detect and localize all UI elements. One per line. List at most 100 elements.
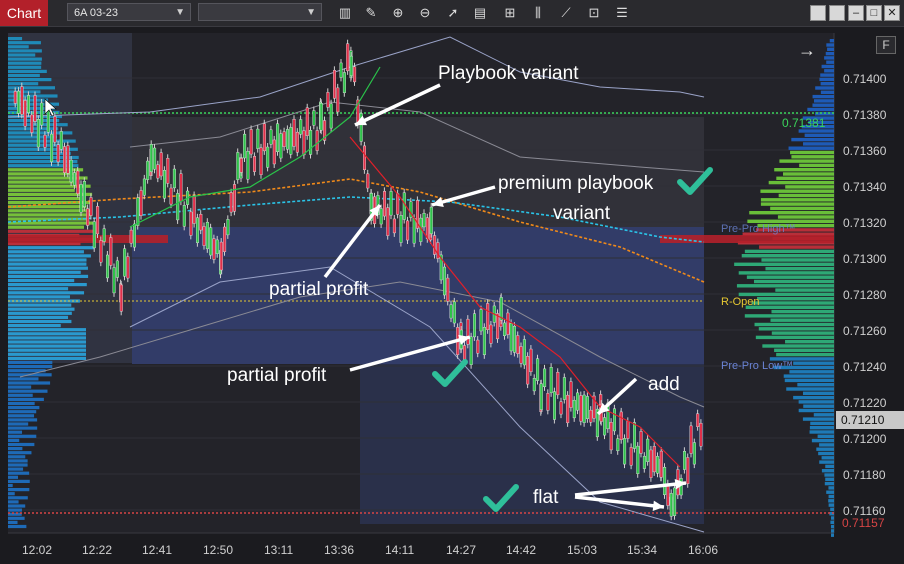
candle-bull: [646, 438, 650, 462]
candle-bull: [82, 181, 86, 208]
candle-bull: [102, 228, 106, 242]
volume-profile-bar-left: [8, 287, 69, 291]
zoom-out-icon[interactable]: ⊖: [415, 3, 435, 23]
candle-bull: [623, 438, 627, 465]
candle-bear: [179, 173, 183, 202]
arrow-right-icon[interactable]: →: [798, 40, 816, 61]
text-list-icon[interactable]: ☰: [612, 3, 632, 23]
volume-profile-bar-left: [8, 385, 32, 389]
candle-bull: [266, 146, 270, 168]
candle-bear: [189, 211, 193, 236]
volume-profile-bar-right: [793, 395, 834, 400]
candle-bear: [212, 238, 216, 260]
annotation-add: add: [648, 374, 680, 395]
volume-profile-bar-left: [8, 418, 38, 422]
candle-bull: [59, 131, 63, 150]
volume-profile-bar-left: [8, 196, 82, 201]
volume-profile-bar-right: [793, 361, 834, 365]
volume-profile-bar-left: [8, 430, 23, 434]
price-tick-label: 0.71360: [843, 144, 887, 158]
volume-profile-bar-left: [8, 434, 37, 438]
window-maximize-button[interactable]: □: [866, 5, 882, 21]
candle-bull: [636, 445, 640, 475]
f-button[interactable]: F: [876, 36, 896, 54]
interval-selector[interactable]: ▼: [198, 3, 322, 21]
candle-bull: [309, 129, 313, 155]
chart-tab[interactable]: Chart: [0, 0, 48, 26]
volume-profile-bar-right: [755, 335, 834, 340]
candle-bull: [522, 339, 526, 366]
window-minimize-icon[interactable]: [810, 5, 826, 21]
candle-bull: [342, 72, 346, 93]
volume-profile-bar-left: [8, 307, 75, 311]
chart-area[interactable]: F → Pre-Pro High™ R-Open Pre-Pro Low™ Pl…: [0, 27, 904, 564]
volume-profile-bar-left: [8, 356, 86, 360]
candle-bear: [219, 241, 223, 271]
candle-bull: [195, 217, 199, 243]
volume-profile-bar-right: [741, 254, 834, 258]
candle-bear: [166, 158, 170, 184]
price-tick-label: 0.71240: [843, 360, 887, 374]
candle-bear: [249, 129, 253, 155]
volume-profile-bar-right: [771, 331, 834, 335]
window-restore-icon[interactable]: [829, 5, 845, 21]
volume-profile-bar-left: [8, 410, 37, 414]
volume-profile-bar-right: [757, 297, 834, 301]
candle-bear: [609, 421, 613, 451]
indicators-icon[interactable]: ⫼: [528, 3, 548, 23]
volume-profile-bar-left: [8, 90, 41, 94]
instrument-selector[interactable]: 6A 03-23 ▼: [67, 3, 191, 21]
volume-profile-bar-left: [8, 283, 87, 287]
volume-profile-bar-left: [8, 254, 91, 258]
candle-bear: [305, 107, 309, 136]
bar-type-icon[interactable]: ▥: [335, 3, 355, 23]
r-open-label: R-Open: [721, 296, 760, 308]
volume-profile-bar-right: [810, 421, 834, 426]
properties-icon[interactable]: ⊞: [500, 3, 520, 23]
volume-profile-bar-left: [8, 295, 70, 299]
candle-bear: [259, 147, 263, 175]
draw-pencil-icon[interactable]: ✎: [361, 3, 381, 23]
volume-profile-bar-left: [8, 352, 86, 356]
candle-bull: [642, 455, 646, 469]
chart-style-icon[interactable]: ⊡: [584, 3, 604, 23]
volume-profile-bar-right: [818, 451, 834, 456]
volume-profile-bar-left: [8, 188, 75, 192]
volume-profile-bar-right: [831, 524, 834, 529]
volume-profile-bar-right: [776, 176, 834, 180]
window-minimize-button[interactable]: –: [848, 5, 864, 21]
data-box-icon[interactable]: ▤: [470, 3, 490, 23]
window-close-button[interactable]: ✕: [884, 5, 900, 21]
candle-bull: [449, 304, 453, 319]
time-tick-label: 12:41: [142, 543, 173, 557]
candle-bear: [223, 226, 227, 252]
candle-bull: [286, 129, 290, 150]
volume-profile-bar-left: [8, 41, 41, 45]
volume-profile-bar-right: [785, 340, 834, 344]
candle-bull: [289, 127, 293, 155]
volume-profile-bar-right: [749, 211, 834, 215]
strategies-icon[interactable]: ⟋: [556, 3, 576, 23]
candle-bull: [69, 159, 73, 183]
volume-profile-bar-right: [824, 56, 834, 60]
pointer-icon[interactable]: ➚: [443, 3, 463, 23]
candle-bear: [86, 208, 90, 226]
volume-profile-bar-left: [8, 270, 81, 274]
volume-profile-bar-right: [802, 417, 834, 421]
volume-profile-bar-left: [8, 406, 40, 410]
volume-profile-bar-right: [768, 180, 834, 185]
volume-profile-bar-right: [826, 490, 834, 494]
candle-bull: [422, 213, 426, 228]
candle-bull: [276, 123, 280, 153]
volume-profile-bar-right: [819, 77, 834, 82]
candle-bear: [433, 235, 437, 255]
price-chart[interactable]: [0, 27, 904, 564]
volume-profile-bar-left: [8, 180, 75, 184]
candle-bull: [429, 206, 433, 234]
volume-profile-bar-right: [778, 193, 834, 198]
candle-bull: [549, 367, 553, 394]
zoom-in-icon[interactable]: ⊕: [388, 3, 408, 23]
volume-profile-bar-right: [828, 503, 834, 507]
candle-bear: [192, 195, 196, 224]
candle-bull: [503, 322, 507, 337]
